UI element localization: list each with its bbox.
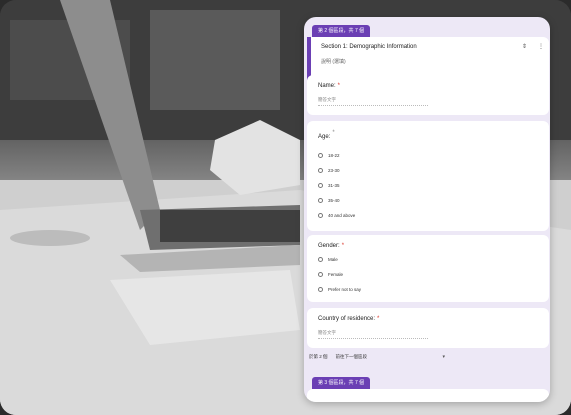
form-editor-panel: 第 2 個區段，共 7 個 Section 1: Demographic Inf…: [304, 17, 550, 402]
question-card-age[interactable]: Age:* 18-22 23-30 31-35 35-40 40 and abo…: [307, 121, 549, 231]
updown-arrows-icon[interactable]: ⇕: [522, 43, 527, 50]
question-title: Name: *: [318, 83, 341, 89]
required-asterisk: *: [337, 83, 341, 89]
section-count-tag: 第 2 個區段，共 7 個: [312, 25, 371, 37]
question-card-name[interactable]: Name: * 簡答文字: [307, 75, 549, 115]
required-asterisk: *: [377, 316, 380, 322]
radio-option[interactable]: Prefer not to say: [318, 285, 361, 293]
question-card-gender[interactable]: Gender: * Male Female Prefer not to say: [307, 235, 549, 302]
after-section-row: 於第 2 個 前往下一個區段 ▾: [309, 354, 445, 360]
question-title: Gender: *: [318, 243, 345, 249]
required-asterisk: *: [341, 243, 345, 249]
question-title: Country of residence: *: [318, 316, 380, 322]
radio-option[interactable]: 23-30: [318, 166, 340, 174]
next-section-card[interactable]: [307, 389, 549, 402]
radio-option[interactable]: 35-40: [318, 196, 340, 204]
radio-option[interactable]: 40 and above: [318, 211, 355, 219]
radio-option[interactable]: Male: [318, 255, 338, 263]
radio-circle-icon[interactable]: [318, 182, 323, 188]
question-title: Age:*: [318, 130, 335, 140]
radio-option[interactable]: Female: [318, 270, 343, 278]
dropdown-caret-icon[interactable]: ▾: [442, 354, 445, 360]
radio-circle-icon[interactable]: [318, 286, 323, 292]
radio-option[interactable]: 31-35: [318, 181, 340, 189]
radio-circle-icon[interactable]: [318, 256, 323, 262]
after-section-label: 於第 2 個: [309, 354, 328, 359]
radio-circle-icon[interactable]: [318, 212, 323, 218]
radio-circle-icon[interactable]: [318, 271, 323, 277]
radio-circle-icon[interactable]: [318, 197, 323, 203]
required-asterisk: *: [332, 130, 335, 136]
question-card-country[interactable]: Country of residence: * 簡答文字: [307, 308, 549, 348]
section-title[interactable]: Section 1: Demographic Information: [321, 44, 417, 50]
radio-circle-icon[interactable]: [318, 152, 323, 158]
more-vert-icon[interactable]: ⋮: [538, 43, 544, 50]
section-description[interactable]: 說明 (選填): [321, 58, 346, 65]
short-answer-field[interactable]: 簡答文字: [318, 330, 428, 339]
radio-circle-icon[interactable]: [318, 167, 323, 173]
section-count-tag: 第 3 個區段，共 7 個: [312, 377, 371, 389]
radio-option[interactable]: 18-22: [318, 151, 340, 159]
short-answer-field[interactable]: 簡答文字: [318, 97, 428, 106]
after-section-select[interactable]: 前往下一個區段: [336, 354, 443, 360]
